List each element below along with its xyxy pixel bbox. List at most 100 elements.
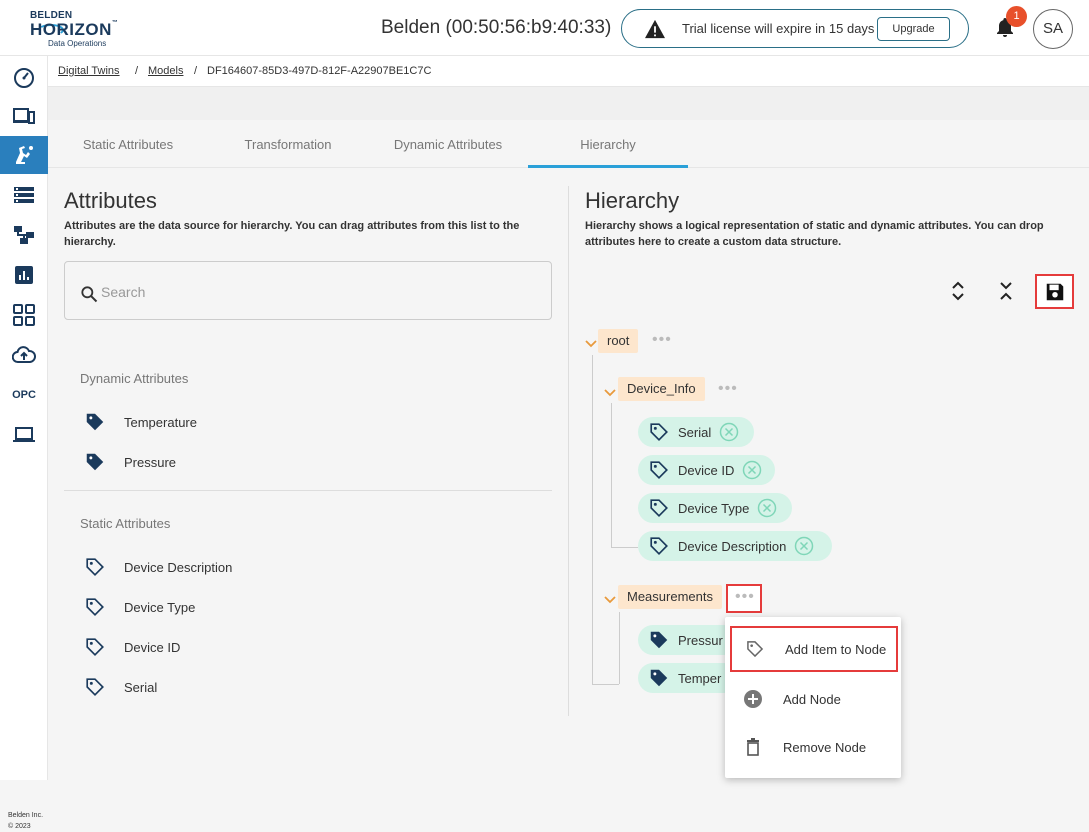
search-input[interactable] [101, 280, 521, 304]
node-menu-dots[interactable]: ••• [718, 380, 738, 398]
sidebar-item-list[interactable] [0, 176, 48, 214]
chevron-down-icon[interactable] [604, 596, 616, 604]
attribute-item-device-id[interactable]: Device ID [84, 636, 180, 658]
copyright-line2: © 2023 [8, 823, 31, 830]
logo-trademark: ™ [111, 20, 119, 26]
tab-transformation[interactable]: Transformation [208, 137, 368, 152]
sidebar-item-dashboard[interactable] [0, 58, 48, 96]
user-avatar[interactable]: SA [1033, 9, 1073, 49]
tree-leaf-pressure[interactable]: Pressur [638, 625, 738, 655]
save-floppy-icon [1046, 283, 1064, 301]
sidebar-item-digital-twins[interactable] [0, 136, 48, 174]
tree-line [611, 403, 612, 548]
collapse-all-icon[interactable] [996, 281, 1016, 301]
leaf-label: Device Description [678, 538, 787, 554]
chevron-down-icon[interactable] [604, 389, 616, 397]
breadcrumb-models[interactable]: Models [148, 65, 183, 77]
breadcrumb-digital-twins[interactable]: Digital Twins [58, 65, 120, 77]
leaf-label: Serial [678, 424, 712, 440]
breadcrumb-separator: / [135, 65, 139, 77]
menu-item-label: Add Item to Node [785, 641, 887, 657]
remove-circle-icon[interactable] [742, 460, 762, 480]
trial-license-banner: Trial license will expire in 15 days Upg… [621, 9, 969, 48]
tree-node-measurements[interactable]: Measurements [618, 585, 722, 609]
hierarchy-icon [14, 226, 34, 244]
tag-filled-icon [86, 453, 104, 471]
list-icon [14, 187, 34, 203]
breadcrumb: Digital Twins / Models / DF164607-85D3-4… [48, 56, 1089, 87]
menu-item-add-item-to-node[interactable]: Add Item to Node [730, 626, 898, 672]
report-icon [15, 266, 33, 284]
remove-circle-icon[interactable] [794, 536, 814, 556]
tree-leaf-device-description[interactable]: Device Description [638, 531, 832, 561]
attribute-item-serial[interactable]: Serial [84, 676, 157, 698]
sidebar-item-reports[interactable] [0, 256, 48, 294]
chevron-down-icon[interactable] [585, 340, 597, 348]
tree-leaf-serial[interactable]: Serial [638, 417, 754, 447]
warning-icon [645, 19, 665, 39]
tag-outline-icon [86, 638, 104, 656]
tab-dynamic-attributes[interactable]: Dynamic Attributes [368, 137, 528, 152]
attributes-description: Attributes are the data source for hiera… [64, 220, 520, 248]
tree-node-device-info[interactable]: Device_Info [618, 377, 705, 401]
tree-leaf-temperature[interactable]: Temper [638, 663, 738, 693]
menu-item-add-node[interactable]: Add Node [725, 679, 901, 719]
sidebar-item-hierarchy[interactable] [0, 216, 48, 254]
node-menu-dots: ••• [735, 588, 755, 605]
cloud-upload-icon [12, 346, 36, 363]
tree-line [592, 684, 619, 685]
toolbar-strip [48, 87, 1089, 120]
tag-outline-icon [86, 558, 104, 576]
tab-static-attributes[interactable]: Static Attributes [48, 137, 208, 152]
tag-outline-icon [650, 423, 668, 441]
expand-all-icon[interactable] [948, 281, 968, 301]
tree-line [611, 547, 638, 548]
logo-line3: Data Operations [48, 39, 107, 48]
sidebar-item-apps[interactable] [0, 296, 48, 334]
leaf-label: Device ID [678, 462, 735, 478]
measurements-menu-button[interactable]: ••• [726, 584, 762, 613]
tab-bar: Static Attributes Transformation Dynamic… [48, 120, 1089, 168]
attribute-item-device-description[interactable]: Device Description [84, 556, 232, 578]
tag-filled-icon [86, 413, 104, 431]
save-button[interactable] [1035, 274, 1074, 309]
tab-hierarchy[interactable]: Hierarchy [528, 137, 688, 152]
tree-node-root[interactable]: root [598, 329, 639, 353]
add-circle-icon [744, 690, 762, 708]
attribute-item-temperature[interactable]: Temperature [84, 411, 197, 433]
tag-outline-icon [650, 537, 668, 555]
tag-outline-icon [86, 598, 104, 616]
node-menu-dots[interactable]: ••• [652, 331, 672, 349]
leaf-label: Device Type [678, 500, 750, 516]
tree-leaf-device-id[interactable]: Device ID [638, 455, 775, 485]
dashboard-icon [14, 68, 34, 88]
digital-twin-icon [16, 146, 33, 164]
trial-text: Trial license will expire in 15 days [682, 21, 875, 36]
sidebar-item-devices[interactable] [0, 97, 48, 135]
hierarchy-title: Hierarchy [585, 188, 680, 213]
apps-grid-icon [13, 304, 35, 326]
sidebar-item-opc[interactable]: OPC [0, 376, 48, 414]
laptop-icon [13, 427, 35, 442]
sidebar-item-laptop[interactable] [0, 416, 48, 454]
sidebar-item-upload[interactable] [0, 336, 48, 374]
attribute-item-device-type[interactable]: Device Type [84, 596, 195, 618]
remove-circle-icon[interactable] [719, 422, 739, 442]
static-attributes-heading: Static Attributes [80, 516, 171, 531]
trash-icon [747, 738, 759, 756]
belden-horizon-logo[interactable]: BELDEN HORIZON™ Data Operations [28, 8, 118, 48]
menu-item-label: Add Node [783, 691, 841, 707]
tree-line [619, 612, 620, 684]
menu-item-remove-node[interactable]: Remove Node [725, 727, 901, 767]
tree-leaf-device-type[interactable]: Device Type [638, 493, 792, 523]
attribute-item-pressure[interactable]: Pressure [84, 451, 176, 473]
device-title: Belden (00:50:56:b9:40:33) [381, 17, 612, 38]
menu-item-label: Remove Node [783, 739, 867, 755]
upgrade-button[interactable]: Upgrade [877, 17, 950, 41]
attribute-label: Device Description [124, 559, 233, 575]
remove-circle-icon[interactable] [757, 498, 777, 518]
tag-filled-icon [650, 631, 668, 649]
breadcrumb-separator: / [194, 65, 198, 77]
attribute-label: Device ID [124, 639, 181, 655]
devices-icon [13, 108, 35, 124]
